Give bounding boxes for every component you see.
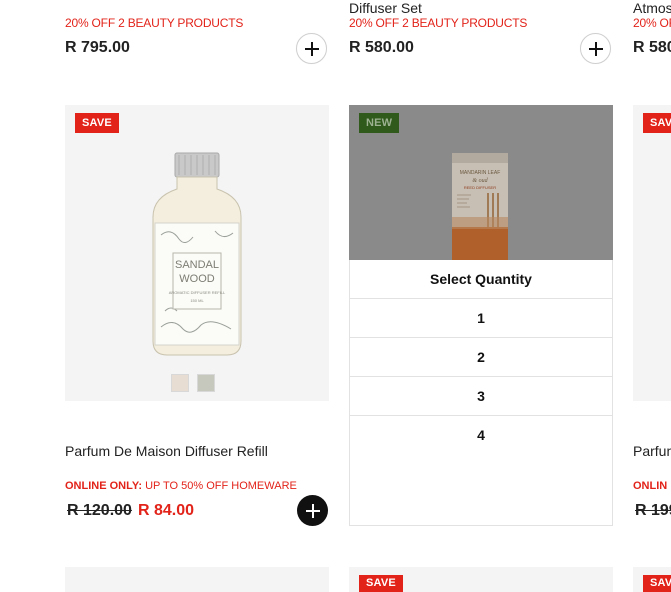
quantity-option-4[interactable]: 4 [350, 416, 612, 454]
color-swatch[interactable] [197, 374, 215, 392]
promo-text: 20% OFF 2 BEAUTY PRODUCTS [65, 16, 244, 30]
online-only-text: UP TO 50% OFF HOMEWARE [145, 480, 297, 492]
label-text: REED DIFFUSER [464, 185, 496, 190]
online-only-promo: ONLIN [633, 480, 667, 492]
product-image[interactable] [633, 105, 671, 401]
color-swatch[interactable] [171, 374, 189, 392]
online-only-label: ONLIN [633, 480, 668, 492]
sale-price: R 84.00 [138, 502, 195, 519]
label-text: 150 ML [190, 298, 204, 303]
diffuser-refill-bottle-image: SANDAL WOOD AROMATIC DIFFUSER REFILL 150… [152, 152, 242, 356]
product-price: R 580.00 [349, 39, 414, 56]
product-title[interactable]: Atmos [633, 0, 671, 16]
add-to-cart-button[interactable] [297, 495, 328, 526]
label-text: WOOD [179, 273, 214, 285]
quantity-option-3[interactable]: 3 [350, 377, 612, 416]
add-to-cart-button[interactable] [296, 33, 327, 64]
original-price: R 120.00 [67, 502, 132, 519]
label-text: MANDARIN LEAF [460, 170, 501, 176]
online-only-label: ONLINE ONLY: [65, 480, 143, 492]
product-image[interactable] [65, 567, 329, 592]
plus-icon [588, 41, 603, 56]
new-badge: NEW [359, 113, 400, 133]
plus-icon [305, 503, 320, 518]
save-badge: SAVE [643, 113, 671, 133]
save-badge: SAVE [359, 575, 403, 592]
label-text: SANDAL [175, 259, 219, 271]
online-only-promo: ONLINE ONLY: UP TO 50% OFF HOMEWARE [65, 480, 297, 492]
quantity-selector: Select Quantity 1 2 3 4 [349, 260, 613, 526]
label-text: & oud [472, 178, 488, 184]
quantity-option-2[interactable]: 2 [350, 338, 612, 377]
product-title[interactable]: Parfum [633, 443, 671, 459]
promo-text: 20% OFF 2 BEAUTY PRODUCTS [349, 16, 528, 30]
product-title[interactable]: Parfum De Maison Diffuser Refill [65, 443, 268, 459]
quantity-selector-heading: Select Quantity [350, 260, 612, 299]
save-badge: SAVE [643, 575, 671, 592]
product-price: R 580 [633, 39, 671, 56]
promo-text: 20% OFF [633, 16, 671, 30]
label-text: AROMATIC DIFFUSER REFILL [169, 290, 226, 295]
product-price: R 795.00 [65, 39, 130, 56]
add-to-cart-button[interactable] [580, 33, 611, 64]
save-badge: SAVE [75, 113, 119, 133]
plus-icon [304, 41, 319, 56]
quantity-option-1[interactable]: 1 [350, 299, 612, 338]
product-image[interactable]: SANDAL WOOD AROMATIC DIFFUSER REFILL 150… [65, 105, 329, 401]
product-title[interactable]: Diffuser Set [349, 0, 422, 16]
original-price: R 199 [635, 502, 671, 519]
